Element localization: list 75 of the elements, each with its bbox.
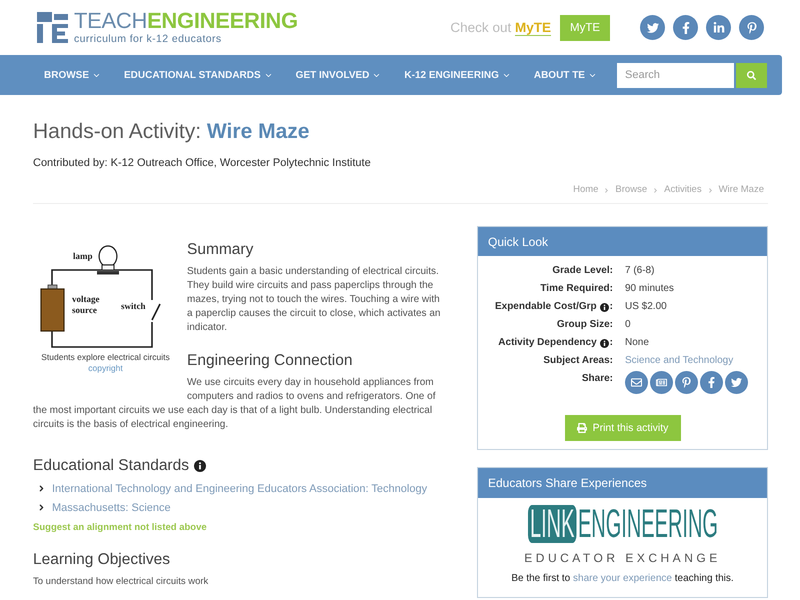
battery	[40, 284, 65, 332]
standard-link[interactable]: International Technology and Engineering Educators Association: Technology	[52, 482, 428, 494]
logo-wordmark: LINKENGINEERING	[528, 504, 718, 542]
chevron-icon	[652, 186, 660, 194]
lamp-label: lamp	[73, 251, 93, 261]
search-button[interactable]	[736, 62, 767, 88]
panel-header: Educators Share Experiences	[478, 468, 767, 498]
logo-tagline: curriculum for k-12 educators	[74, 33, 223, 45]
facebook-icon[interactable]	[673, 15, 698, 40]
section-heading: Learning Objectives	[33, 550, 171, 570]
field-value: 7 (6-8)	[625, 264, 654, 278]
section-heading: Educational Standards	[33, 456, 189, 476]
field-value: US $2.00	[625, 300, 667, 314]
search-field[interactable]: Search	[617, 62, 734, 88]
field-value: 0	[625, 318, 631, 332]
field-label: Group Size:	[556, 318, 613, 332]
pinterest-icon[interactable]	[739, 15, 764, 40]
nav-menu-item[interactable]: BROWSE	[44, 70, 101, 80]
field-value: None	[625, 336, 649, 350]
copyright-link[interactable]: copyright	[88, 363, 123, 374]
chevron-icon	[706, 186, 714, 194]
section-heading: Summary	[187, 240, 254, 260]
email-icon[interactable]	[625, 370, 648, 394]
standard-link[interactable]: Massachusetts: Science	[52, 502, 171, 514]
switch-label: switch	[121, 301, 146, 311]
myte-promo-link[interactable]: Check out MyTE	[450, 20, 551, 35]
field-label: Expendable Cost/Grp	[494, 300, 597, 314]
breadcrumb-link[interactable]: Browse	[615, 183, 648, 197]
breadcrumb-link[interactable]: Home	[573, 183, 598, 197]
logo-subtitle: EDUCATOR EXCHANGE	[523, 552, 722, 564]
label-colon: :	[610, 336, 613, 350]
logo-icon	[37, 12, 69, 43]
field-label: Time Required:	[540, 282, 613, 296]
figure-caption: Students explore electrical circuits	[41, 352, 170, 363]
objective-text: To understand how electrical circuits work	[33, 575, 210, 588]
nav-menu-item[interactable]: K-12 ENGINEERING	[404, 70, 511, 80]
panel-header: Quick Look	[478, 227, 767, 256]
voltage-source-label: voltage source	[72, 294, 100, 315]
twitter-icon[interactable]	[725, 370, 748, 394]
info-icon	[194, 460, 206, 472]
engineering-connection-text: We use circuits every day in household appliances from computers and radios to ovens and refrigerators. One of the most important circuits we use each day is that of a light bulb. Understanding electrical circuits is the basis of electrical engineering.	[33, 376, 436, 432]
nav-menu-item[interactable]: ABOUT TE	[534, 70, 597, 80]
linkedin-icon[interactable]	[706, 15, 731, 40]
nav-menu-item[interactable]: GET INVOLVED	[296, 70, 382, 80]
field-label: Grade Level:	[552, 264, 613, 278]
chevron-icon	[37, 503, 46, 512]
switch-lever	[151, 304, 161, 320]
summary-text: Students gain a basic understanding of electrical circuits. They build wire circuits and pass paperclips through the mazes, trying not to touch the wires. Touching a wire with a paperclip causes the circuit to close, which activates an indicator.	[187, 265, 442, 335]
breadcrumb-link[interactable]: Activities	[664, 183, 702, 197]
field-label: Activity Dependency	[498, 336, 597, 350]
logo-wordmark: TEACHENGINEERING	[74, 10, 298, 32]
suggest-alignment-link[interactable]: Suggest an alignment not listed above	[33, 522, 207, 534]
search-icon	[747, 70, 756, 80]
section-heading: Engineering Connection	[187, 351, 354, 371]
invite-text: Be the first to share your experience teaching this.	[510, 573, 735, 586]
contributor-text: Contributed by: K-12 Outreach Office, Worcester Polytechnic Institute	[33, 156, 372, 171]
subject-link[interactable]: Science and Technology	[625, 352, 734, 370]
chevron-icon	[37, 484, 46, 493]
page-title: Hands-on Activity: Wire Maze	[33, 119, 310, 145]
field-value: 90 minutes	[625, 282, 674, 296]
newspaper-icon[interactable]	[650, 370, 673, 394]
light-bulb	[97, 245, 119, 274]
field-label: Subject Areas:	[543, 354, 613, 368]
label-colon: :	[610, 300, 613, 314]
breadcrumb-current: Wire Maze	[718, 183, 764, 197]
facebook-icon[interactable]	[700, 370, 723, 394]
printer-icon	[576, 423, 587, 433]
twitter-icon[interactable]	[640, 15, 665, 40]
share-experience-link[interactable]: share your experience	[573, 573, 672, 584]
nav-menu-item[interactable]: EDUCATIONAL STANDARDS	[124, 70, 273, 80]
pinterest-icon[interactable]	[675, 370, 698, 394]
field-label: Share:	[582, 372, 613, 386]
print-button[interactable]: Print this activity	[564, 415, 680, 441]
myte-button[interactable]: MyTE	[560, 14, 610, 40]
chevron-icon	[603, 186, 610, 194]
